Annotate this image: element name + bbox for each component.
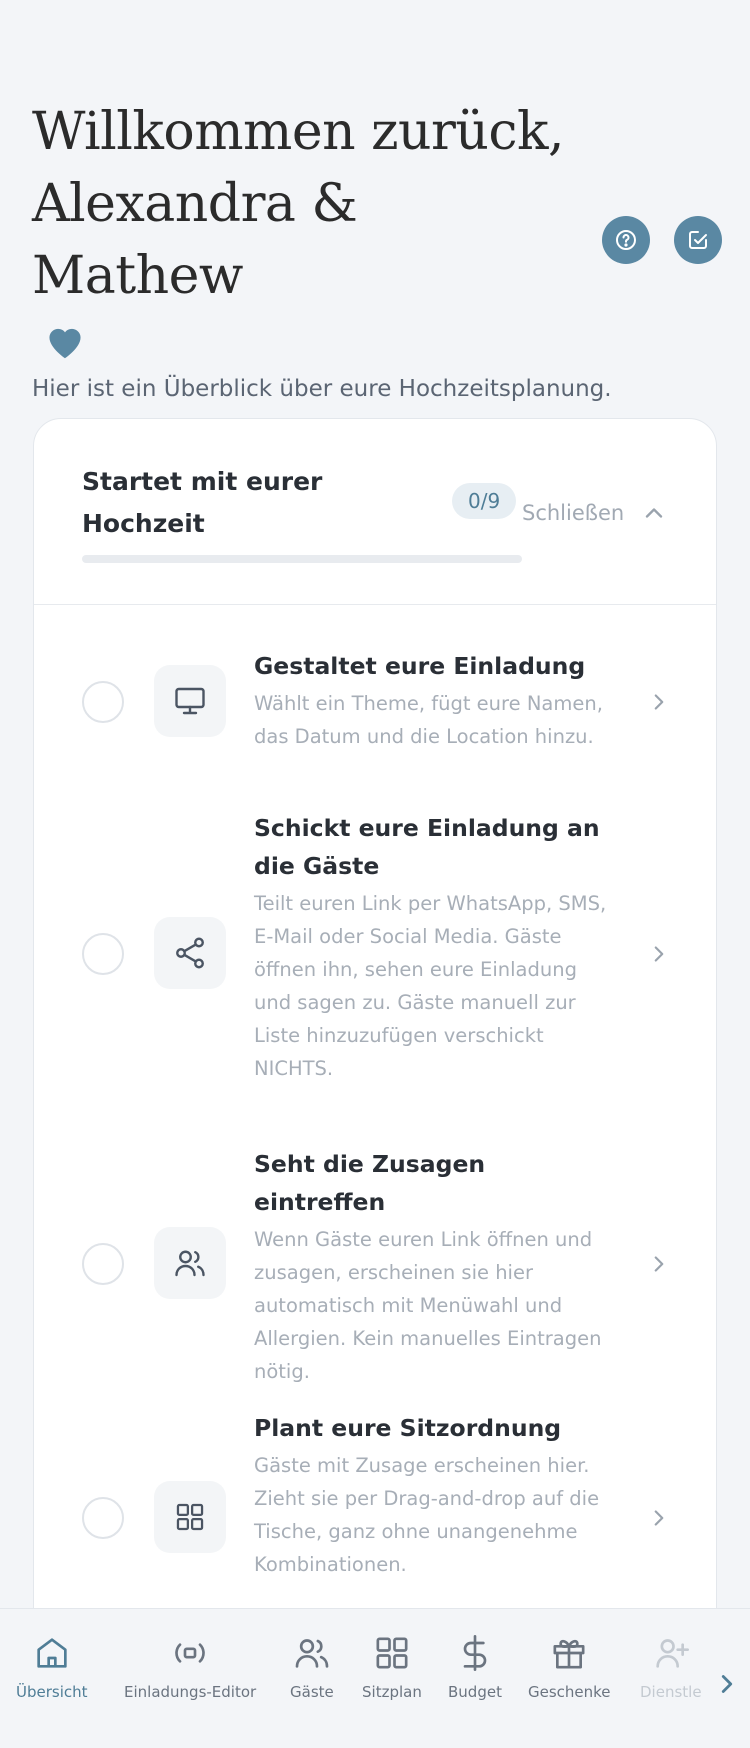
chevron-right-icon <box>654 1510 664 1526</box>
nav-item-guests[interactable]: Gäste <box>290 1633 334 1701</box>
dollar-icon <box>463 1635 487 1671</box>
task-icon-box <box>154 917 226 989</box>
onboarding-checklist: Startet mit eurer Hochzeit 0/9 Schließen… <box>33 418 717 1748</box>
edit-icon <box>689 231 707 249</box>
task-watch-rsvps[interactable]: Seht die Zusagen eintreffen Wenn Gäste e… <box>34 1145 718 1383</box>
task-description: Wählt ein Theme, fügt eure Namen, das Da… <box>254 692 603 748</box>
page-subtitle: Hier ist ein Überblick über eure Hochzei… <box>32 376 612 402</box>
nav-item-vendors[interactable]: Dienstle <box>640 1633 702 1701</box>
help-button[interactable] <box>602 216 650 264</box>
nav-label: Sitzplan <box>362 1683 422 1701</box>
checklist-progress-bar <box>82 555 522 563</box>
chevron-right-icon <box>654 694 664 710</box>
nav-label: Budget <box>448 1683 502 1701</box>
users-icon <box>295 1639 329 1668</box>
task-plan-seating[interactable]: Plant eure Sitzordnung Gäste mit Zusage … <box>34 1409 718 1589</box>
chevron-right-icon <box>654 1256 664 1272</box>
help-icon <box>616 230 636 250</box>
bottom-navigation: Übersicht Einladungs-Editor Gäste Sitzpl… <box>0 1608 750 1748</box>
nav-item-invitation-editor[interactable]: Einladungs-Editor <box>124 1633 256 1701</box>
nav-label: Gäste <box>290 1683 334 1701</box>
user-plus-icon <box>656 1639 689 1668</box>
page-title: Willkommen zurück, Alexandra & Mathew <box>32 96 722 312</box>
share-icon <box>176 937 204 969</box>
task-checkbox[interactable] <box>82 681 124 723</box>
checklist-header[interactable]: Startet mit eurer Hochzeit 0/9 Schließen <box>34 419 716 605</box>
broadcast-icon <box>175 1643 205 1663</box>
grid-icon <box>376 1637 408 1669</box>
nav-item-seating[interactable]: Sitzplan <box>362 1633 422 1701</box>
task-title: Plant eure Sitzordnung <box>254 1414 562 1442</box>
task-icon-box <box>154 1227 226 1299</box>
task-title: Seht die Zusagen eintreffen <box>254 1150 486 1216</box>
title-line-2: Alexandra & Mathew <box>32 174 358 306</box>
nav-label: Geschenke <box>528 1683 611 1701</box>
nav-label: Dienstle <box>640 1683 702 1701</box>
task-icon-box <box>154 1481 226 1553</box>
nav-label: Übersicht <box>16 1683 88 1701</box>
task-checkbox[interactable] <box>82 1243 124 1285</box>
chevron-up-icon[interactable] <box>640 499 668 527</box>
checklist-count-badge: 0/9 <box>452 483 517 519</box>
gift-icon <box>553 1639 585 1669</box>
chevron-right-icon <box>654 946 664 962</box>
nav-label: Einladungs-Editor <box>124 1683 257 1701</box>
close-checklist-link[interactable]: Schließen <box>522 501 624 525</box>
nav-item-budget[interactable]: Budget <box>448 1633 502 1701</box>
chevron-right-icon[interactable] <box>712 1669 742 1699</box>
task-send-invitation[interactable]: Schickt eure Einladung an die Gäste Teil… <box>34 809 718 1109</box>
title-line-1: Willkommen zurück, <box>32 102 565 162</box>
task-description: Gäste mit Zusage erscheinen hier. Zieht … <box>254 1454 600 1576</box>
grid-icon <box>176 1503 204 1531</box>
edit-button[interactable] <box>674 216 722 264</box>
task-checkbox[interactable] <box>82 1497 124 1539</box>
task-description: Teilt euren Link per WhatsApp, SMS, E-Ma… <box>254 892 607 1080</box>
task-icon-box <box>154 665 226 737</box>
nav-item-overview[interactable]: Übersicht <box>16 1633 88 1701</box>
nav-item-gifts[interactable]: Geschenke <box>528 1633 611 1701</box>
welcome-header: Willkommen zurück, Alexandra & Mathew Hi… <box>32 96 722 402</box>
home-icon <box>37 1638 67 1668</box>
task-title: Gestaltet eure Einladung <box>254 652 586 680</box>
heart-icon <box>49 328 81 359</box>
task-checkbox[interactable] <box>82 933 124 975</box>
checklist-title: Startet mit eurer Hochzeit <box>82 467 323 538</box>
users-icon <box>175 1250 205 1277</box>
task-design-invitation[interactable]: Gestaltet eure Einladung Wählt ein Theme… <box>34 647 718 757</box>
monitor-icon <box>175 687 205 715</box>
task-description: Wenn Gäste euren Link öffnen und zusagen… <box>254 1228 602 1383</box>
task-title: Schickt eure Einladung an die Gäste <box>254 814 600 880</box>
